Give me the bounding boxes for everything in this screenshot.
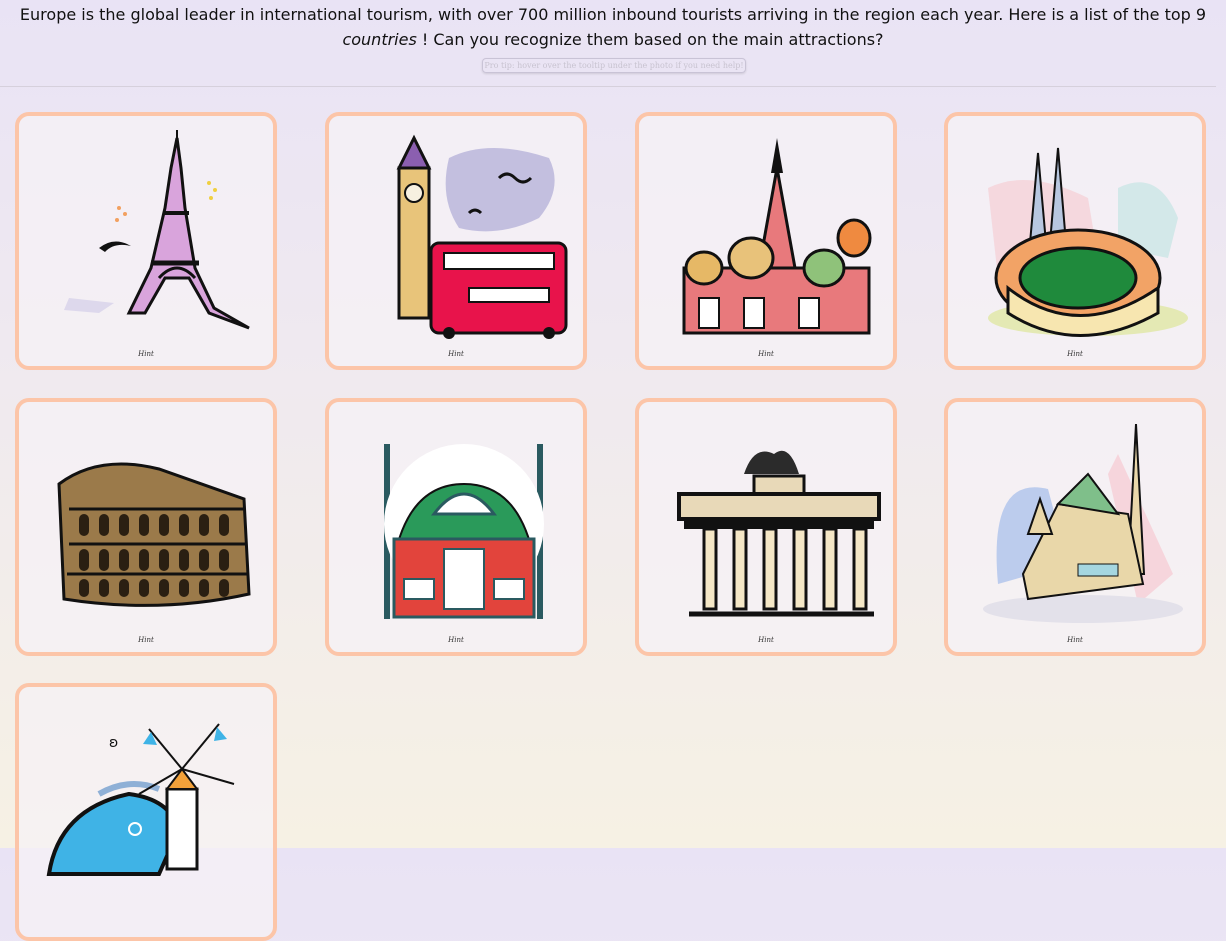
hint-tooltip[interactable]: Hint — [19, 350, 273, 358]
eiffel-tower-icon — [64, 130, 250, 330]
colosseum-icon — [57, 462, 251, 607]
attraction-card-1[interactable]: Hint — [15, 112, 277, 370]
hint-tooltip[interactable]: Hint — [948, 350, 1202, 358]
big-ben-bus-icon — [396, 134, 568, 339]
greek-windmill-icon: ʚ — [46, 723, 235, 876]
hint-tooltip[interactable]: Hint — [948, 636, 1202, 644]
hint-tooltip[interactable]: Hint — [19, 636, 273, 644]
attraction-card-7[interactable]: Hint — [635, 398, 897, 656]
sagrada-familia-stadium-icon — [988, 147, 1188, 337]
attraction-card-8[interactable]: Hint — [944, 398, 1206, 656]
intro-emphasis: countries — [342, 30, 417, 49]
hint-tooltip[interactable]: Hint — [639, 350, 893, 358]
attraction-card-2[interactable]: Hint — [325, 112, 587, 370]
brandenburg-gate-icon — [677, 450, 881, 617]
intro-text-start: Europe is the global leader in internati… — [19, 5, 1207, 24]
pro-tip-label: Pro tip: hover over the tooltip under th… — [482, 58, 746, 73]
attraction-card-5[interactable]: Hint — [15, 398, 277, 656]
st-basils-cathedral-icon — [682, 138, 872, 335]
hagia-sophia-icon — [384, 444, 544, 619]
intro-text: Europe is the global leader in internati… — [0, 0, 1226, 52]
hint-tooltip[interactable]: Hint — [329, 636, 583, 644]
attraction-card-4[interactable]: Hint — [944, 112, 1206, 370]
intro-text-end: ! Can you recognize them based on the ma… — [416, 30, 884, 49]
divider — [0, 86, 1216, 87]
attraction-card-3[interactable]: Hint — [635, 112, 897, 370]
hint-tooltip[interactable]: Hint — [329, 350, 583, 358]
st-stephens-cathedral-icon — [983, 423, 1183, 623]
svg-text:ʚ: ʚ — [109, 735, 118, 751]
attraction-card-9[interactable]: ʚ — [15, 683, 277, 941]
attraction-card-6[interactable]: Hint — [325, 398, 587, 656]
hint-tooltip[interactable]: Hint — [639, 636, 893, 644]
